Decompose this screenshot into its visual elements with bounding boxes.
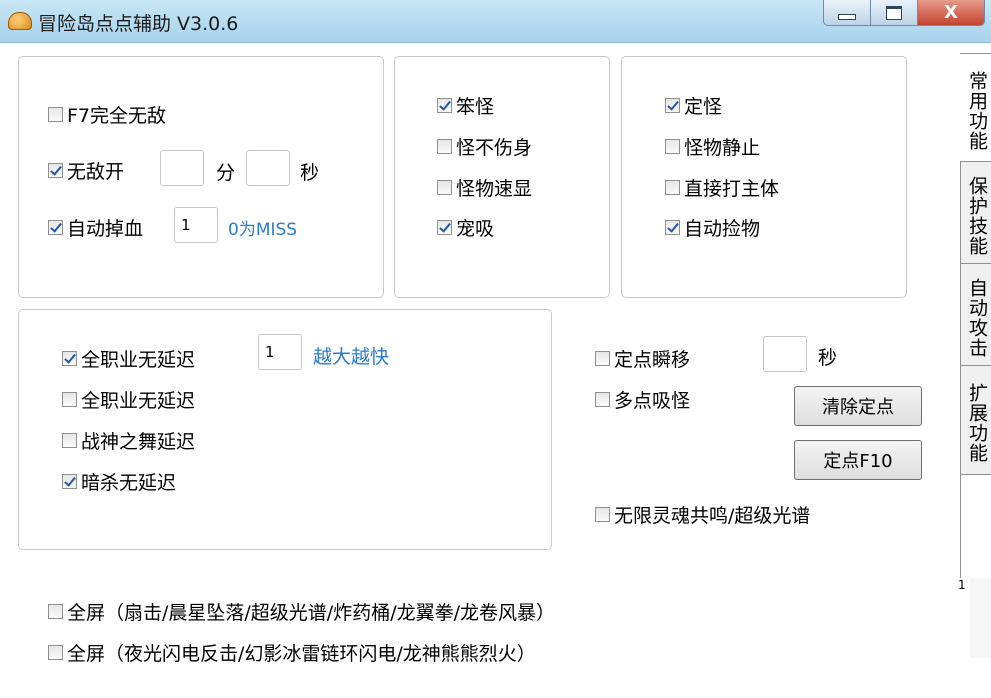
monster-still-checkbox[interactable]: 怪物静止 [665, 134, 761, 159]
freeze-monster-checkbox[interactable]: 定怪 [665, 93, 723, 118]
title-bar: 冒险岛点点辅助 V3.0.6 X [0, 0, 991, 43]
vertical-tab-strip: 常用功能 保护技能 自动攻击 扩展功能 [960, 43, 991, 578]
checkbox-box [665, 138, 680, 154]
checkbox-label: 笨怪 [456, 95, 495, 118]
hit-main-body-checkbox[interactable]: 直接打主体 [665, 175, 780, 200]
teleport-seconds-unit-label: 秒 [818, 347, 838, 369]
seconds-unit-label: 秒 [300, 162, 320, 184]
infinite-soul-resonance-checkbox[interactable]: 无限灵魂共鸣/超级光谱 [595, 502, 811, 527]
checkbox-label: 全屏（夜光闪电反击/幻影冰雷链环闪电/龙神熊熊烈火） [67, 642, 536, 665]
checkbox-label: 怪物静止 [684, 136, 761, 159]
checkbox-box [665, 219, 680, 235]
drop-hp-value-input[interactable]: 1 [174, 207, 218, 243]
fullscreen-skills-1-checkbox[interactable]: 全屏（扇击/晨星坠落/超级光谱/炸药桶/龙翼拳/龙卷风暴） [48, 599, 556, 624]
speed-hint-label: 越大越快 [313, 346, 390, 368]
maximize-icon [886, 5, 902, 20]
scroll-stub-label: 1 [958, 578, 966, 592]
checkbox-box [437, 97, 452, 113]
checkbox-label: 全职业无延迟 [81, 348, 196, 371]
teleport-seconds-input[interactable] [763, 336, 807, 372]
checkbox-box [48, 603, 63, 619]
auto-drop-hp-checkbox[interactable]: 自动掉血 [48, 215, 144, 240]
checkbox-box [48, 162, 63, 178]
checkbox-label: 宠吸 [456, 217, 495, 240]
checkbox-label: 全职业无延迟 [81, 389, 196, 412]
pet-vacuum-checkbox[interactable]: 宠吸 [437, 215, 495, 240]
delay-speed-input[interactable]: 1 [258, 334, 302, 370]
app-mushroom-icon [8, 12, 32, 30]
set-point-f10-button[interactable]: 定点F10 [794, 440, 922, 480]
maximize-button[interactable] [870, 0, 918, 26]
checkbox-label: 多点吸怪 [614, 389, 691, 412]
checkbox-label: 定点瞬移 [614, 348, 691, 371]
checkbox-box [665, 97, 680, 113]
checkbox-box [437, 179, 452, 195]
fullscreen-skills-2-checkbox[interactable]: 全屏（夜光闪电反击/幻影冰雷链环闪电/龙神熊熊烈火） [48, 640, 536, 665]
checkbox-box [437, 219, 452, 235]
checkbox-box [62, 432, 77, 448]
checkbox-label: 定怪 [684, 95, 723, 118]
checkbox-box [62, 473, 77, 489]
minimize-button[interactable] [823, 0, 871, 26]
checkbox-label: 无限灵魂共鸣/超级光谱 [614, 504, 811, 527]
tab-extended-functions[interactable]: 扩展功能 [960, 365, 991, 475]
all-class-no-delay-2-checkbox[interactable]: 全职业无延迟 [62, 387, 196, 412]
window-title: 冒险岛点点辅助 V3.0.6 [38, 13, 239, 35]
minutes-unit-label: 分 [216, 162, 236, 184]
right-edge-area [970, 578, 991, 658]
monster-no-damage-checkbox[interactable]: 怪不伤身 [437, 134, 533, 159]
miss-hint-label: 0为MISS [228, 220, 298, 240]
close-button[interactable]: X [917, 0, 985, 26]
checkbox-label: 直接打主体 [684, 177, 780, 200]
checkbox-label: 战神之舞延迟 [81, 430, 196, 453]
checkbox-label: 怪物速显 [456, 177, 533, 200]
tab-auto-attack[interactable]: 自动攻击 [960, 263, 991, 367]
all-class-no-delay-checkbox[interactable]: 全职业无延迟 [62, 346, 196, 371]
invincible-minutes-input[interactable] [160, 150, 204, 186]
checkbox-label: 无敌开 [67, 160, 125, 183]
war-god-dance-delay-checkbox[interactable]: 战神之舞延迟 [62, 428, 196, 453]
checkbox-label: 自动捡物 [684, 217, 761, 240]
checkbox-label: 怪不伤身 [456, 136, 533, 159]
monster-fast-spawn-checkbox[interactable]: 怪物速显 [437, 175, 533, 200]
checkbox-box [62, 391, 77, 407]
clear-points-button[interactable]: 清除定点 [794, 386, 922, 426]
multi-point-vacuum-checkbox[interactable]: 多点吸怪 [595, 387, 691, 412]
assassin-no-delay-checkbox[interactable]: 暗杀无延迟 [62, 469, 177, 494]
checkbox-box [62, 350, 77, 366]
checkbox-box [437, 138, 452, 154]
checkbox-box [665, 179, 680, 195]
invincible-on-checkbox[interactable]: 无敌开 [48, 158, 125, 183]
point-teleport-checkbox[interactable]: 定点瞬移 [595, 346, 691, 371]
checkbox-label: 全屏（扇击/晨星坠落/超级光谱/炸药桶/龙翼拳/龙卷风暴） [67, 601, 556, 624]
f7-invincible-checkbox[interactable]: F7完全无敌 [48, 102, 167, 127]
checkbox-box [595, 391, 610, 407]
dumb-monster-checkbox[interactable]: 笨怪 [437, 93, 495, 118]
checkbox-box [595, 350, 610, 366]
minimize-icon [838, 13, 856, 20]
checkbox-label: F7完全无敌 [67, 104, 167, 127]
checkbox-box [48, 644, 63, 660]
auto-loot-checkbox[interactable]: 自动捡物 [665, 215, 761, 240]
invincible-seconds-input[interactable] [246, 150, 290, 186]
checkbox-label: 暗杀无延迟 [81, 471, 177, 494]
checkbox-box [48, 219, 63, 235]
checkbox-label: 自动掉血 [67, 217, 144, 240]
checkbox-box [595, 506, 610, 522]
tab-protection-skills[interactable]: 保护技能 [960, 161, 991, 265]
checkbox-box [48, 106, 63, 122]
tab-common-functions[interactable]: 常用功能 [960, 53, 991, 163]
close-icon: X [944, 2, 958, 23]
